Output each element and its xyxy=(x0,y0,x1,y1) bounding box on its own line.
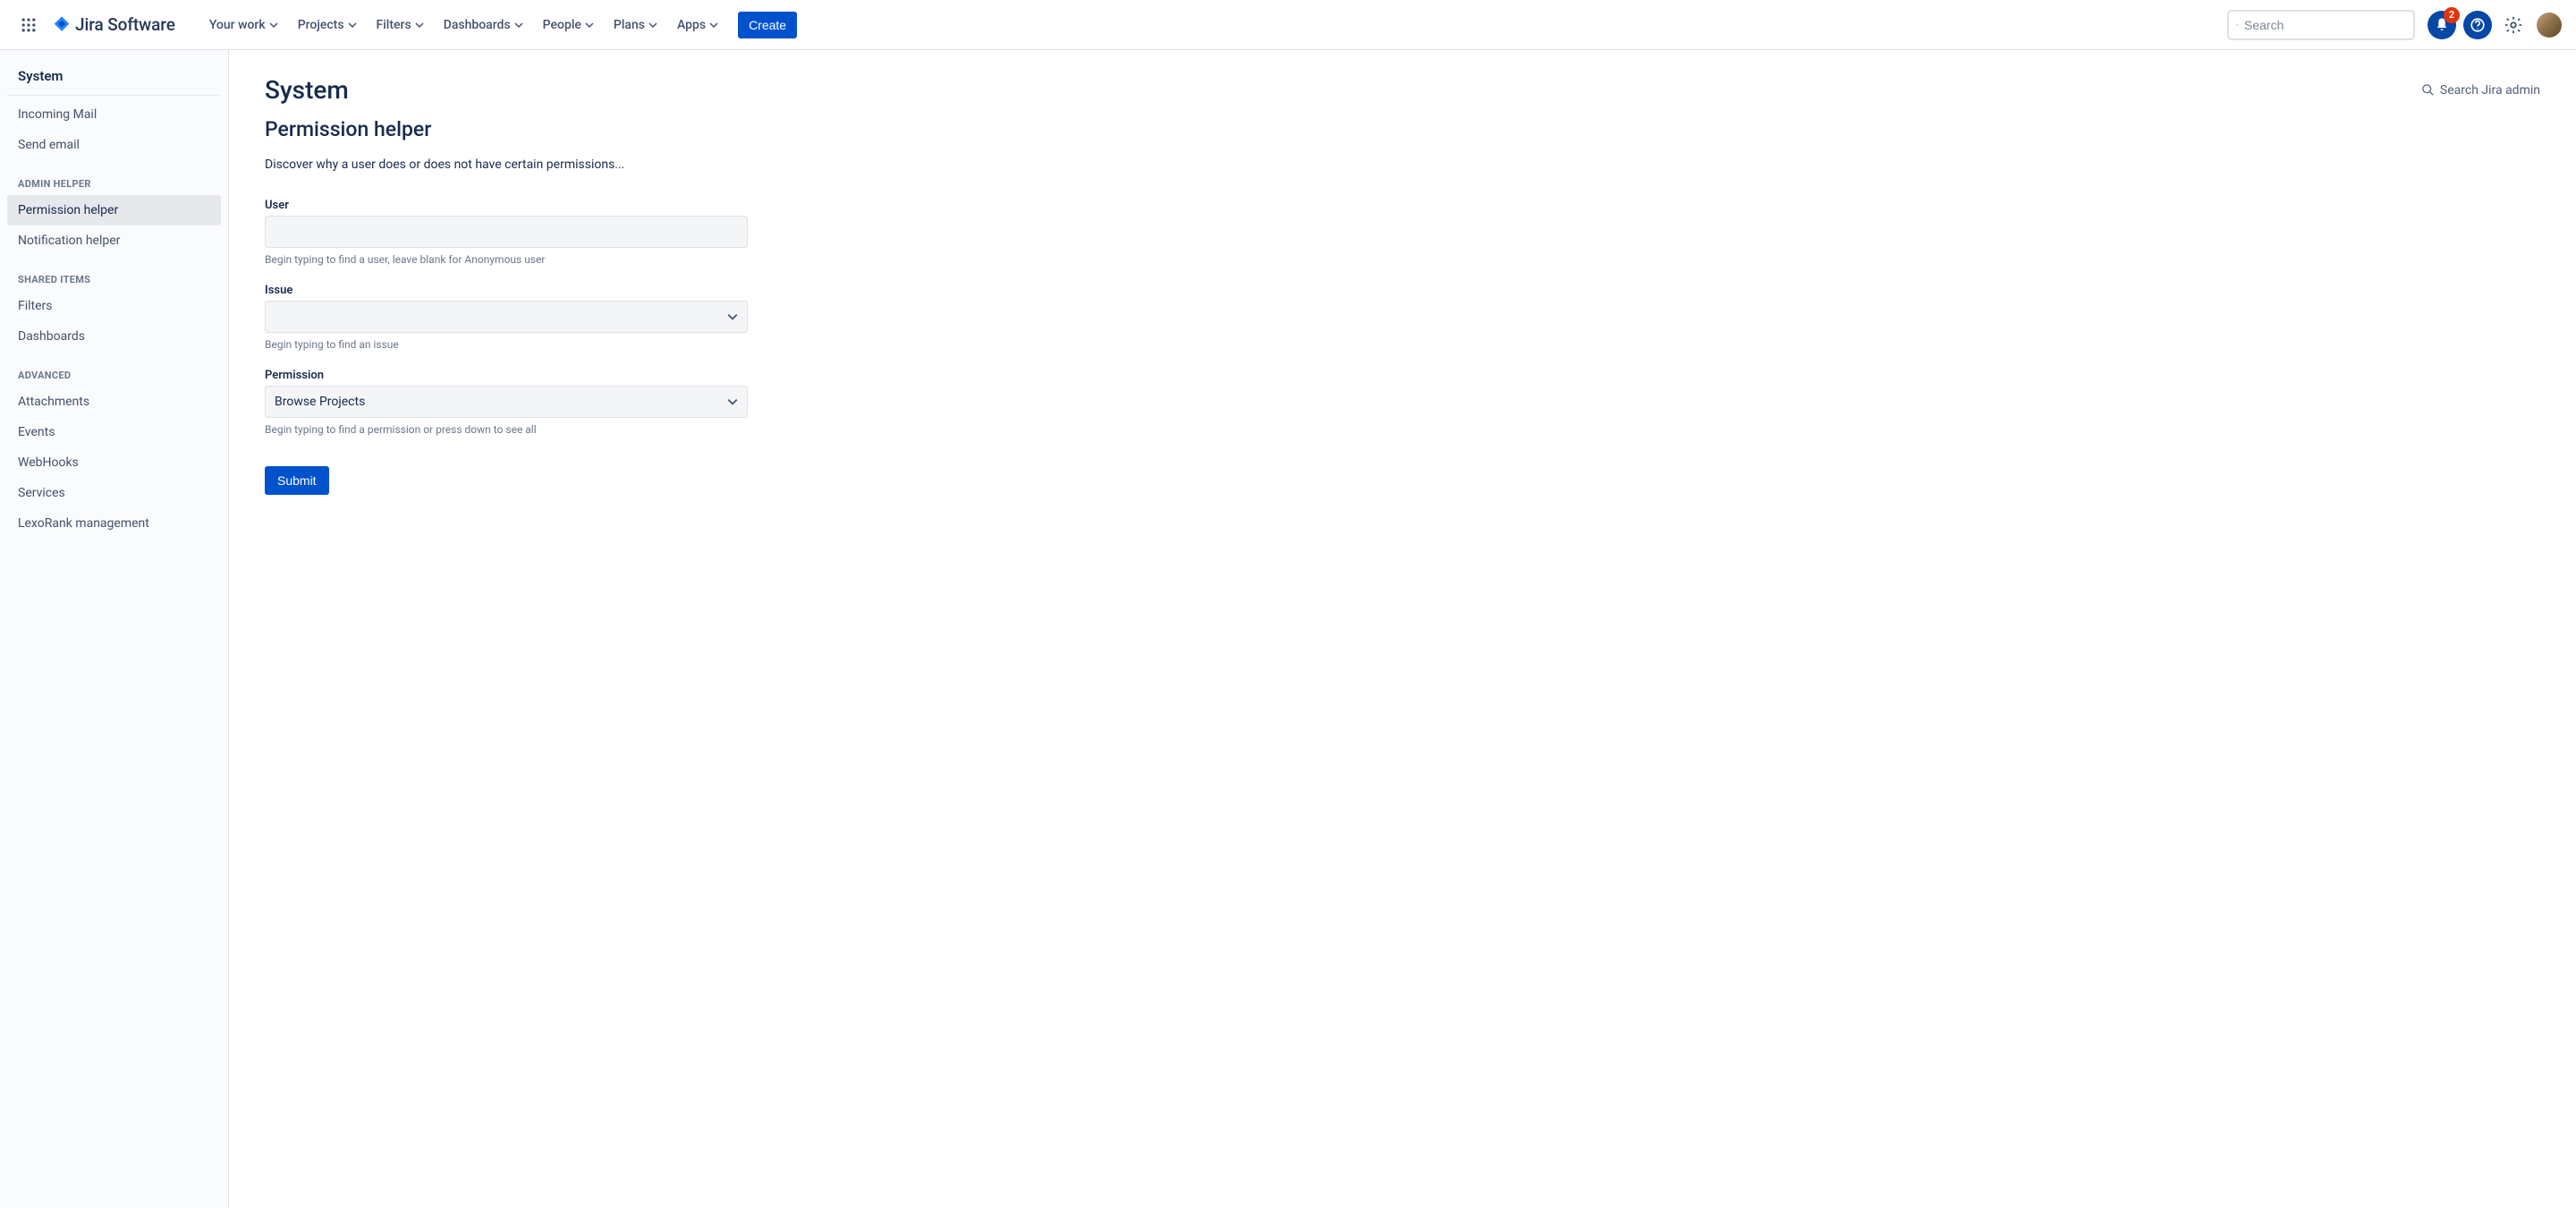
form-group-user: User Begin typing to find a user, leave … xyxy=(265,199,748,266)
submit-button[interactable]: Submit xyxy=(265,466,329,495)
permission-label: Permission xyxy=(265,369,748,382)
issue-label: Issue xyxy=(265,284,748,297)
chevron-down-icon xyxy=(269,21,278,30)
nav-filters[interactable]: Filters xyxy=(368,13,433,38)
app-switcher-icon[interactable] xyxy=(14,11,43,39)
nav-label: Your work xyxy=(209,18,266,32)
avatar[interactable] xyxy=(2537,13,2562,38)
user-help-text: Begin typing to find a user, leave blank… xyxy=(265,253,748,266)
sidebar-item-send-email[interactable]: Send email xyxy=(7,130,221,160)
sidebar-item-dashboards[interactable]: Dashboards xyxy=(7,321,221,352)
chevron-down-icon xyxy=(709,21,718,30)
sidebar-item-attachments[interactable]: Attachments xyxy=(7,387,221,417)
nav-dashboards[interactable]: Dashboards xyxy=(435,13,532,38)
chevron-down-icon xyxy=(585,21,594,30)
notification-badge: 2 xyxy=(2444,7,2460,23)
issue-help-text: Begin typing to find an issue xyxy=(265,338,748,351)
nav-people[interactable]: People xyxy=(534,13,603,38)
nav-plans[interactable]: Plans xyxy=(605,13,666,38)
nav-projects[interactable]: Projects xyxy=(289,13,366,38)
sidebar-group-advanced: ADVANCED xyxy=(7,352,221,387)
notifications-button[interactable]: 2 xyxy=(2428,11,2456,39)
chevron-down-icon xyxy=(727,311,738,322)
form-group-issue: Issue Begin typing to find an issue xyxy=(265,284,748,351)
sidebar-item-incoming-mail[interactable]: Incoming Mail xyxy=(7,99,221,130)
search-icon xyxy=(2236,18,2239,32)
form-group-permission: Permission Browse Projects Begin typing … xyxy=(265,369,748,436)
user-label: User xyxy=(265,199,748,212)
settings-button[interactable] xyxy=(2499,11,2528,39)
permission-value: Browse Projects xyxy=(275,395,365,409)
question-icon xyxy=(2470,17,2486,33)
search-jira-admin[interactable]: Search Jira admin xyxy=(2421,83,2540,98)
issue-select[interactable] xyxy=(265,301,748,333)
sidebar-item-events[interactable]: Events xyxy=(7,417,221,447)
sidebar-item-filters[interactable]: Filters xyxy=(7,291,221,321)
jira-logo-icon xyxy=(52,15,72,35)
nav-label: Projects xyxy=(298,18,344,32)
chevron-down-icon xyxy=(648,21,657,30)
sidebar-group-shared-items: SHARED ITEMS xyxy=(7,256,221,291)
chevron-down-icon xyxy=(415,21,424,30)
sidebar-group-admin-helper: ADMIN HELPER xyxy=(7,160,221,195)
description-text: Discover why a user does or does not hav… xyxy=(265,157,2540,172)
nav-label: Dashboards xyxy=(444,18,511,32)
nav-label: Filters xyxy=(377,18,411,32)
sidebar-item-webhooks[interactable]: WebHooks xyxy=(7,447,221,478)
sidebar-item-permission-helper[interactable]: Permission helper xyxy=(7,195,221,225)
nav-label: Apps xyxy=(677,18,706,32)
nav-items: Your work Projects Filters Dashboards Pe… xyxy=(200,12,797,38)
nav-label: Plans xyxy=(614,18,645,32)
nav-your-work[interactable]: Your work xyxy=(200,13,287,38)
user-input[interactable] xyxy=(265,216,748,248)
main-content: System Search Jira admin Permission help… xyxy=(229,50,2576,1208)
help-button[interactable] xyxy=(2463,11,2492,39)
nav-label: People xyxy=(543,18,581,32)
chevron-down-icon xyxy=(514,21,523,30)
search-icon xyxy=(2421,83,2435,97)
sidebar-item-notification-helper[interactable]: Notification helper xyxy=(7,225,221,256)
page-title: System xyxy=(265,75,349,105)
section-title: Permission helper xyxy=(265,117,2540,141)
sidebar: System Incoming Mail Send email ADMIN HE… xyxy=(0,50,229,1208)
product-name: Jira Software xyxy=(75,14,175,35)
gear-icon xyxy=(2504,15,2523,35)
global-search[interactable] xyxy=(2227,10,2415,40)
top-nav: Jira Software Your work Projects Filters… xyxy=(0,0,2576,50)
nav-apps[interactable]: Apps xyxy=(668,13,727,38)
sidebar-item-services[interactable]: Services xyxy=(7,478,221,508)
permission-select[interactable]: Browse Projects xyxy=(265,386,748,418)
chevron-down-icon xyxy=(727,396,738,407)
search-input[interactable] xyxy=(2244,18,2406,32)
create-button[interactable]: Create xyxy=(738,12,797,38)
permission-help-text: Begin typing to find a permission or pre… xyxy=(265,423,748,436)
chevron-down-icon xyxy=(348,21,357,30)
jira-logo[interactable]: Jira Software xyxy=(47,14,181,35)
sidebar-item-lexorank[interactable]: LexoRank management xyxy=(7,508,221,539)
search-admin-label: Search Jira admin xyxy=(2440,83,2540,98)
sidebar-title: System xyxy=(7,68,221,96)
